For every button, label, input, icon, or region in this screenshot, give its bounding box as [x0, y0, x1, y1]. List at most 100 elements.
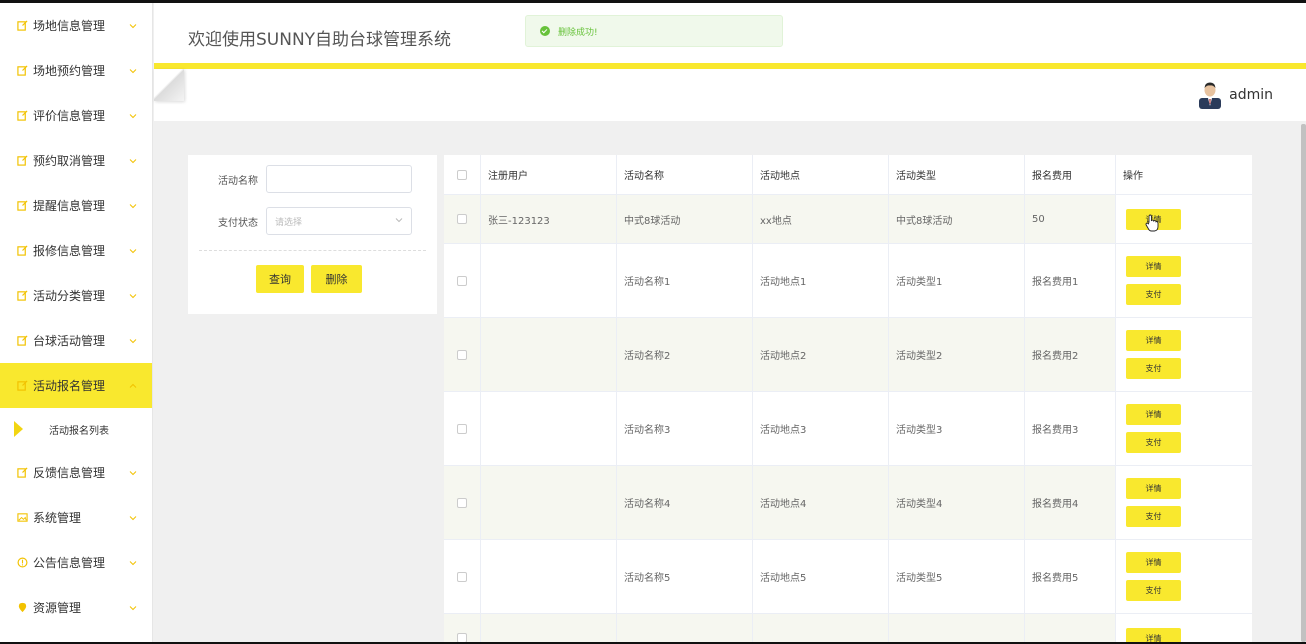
edit-icon	[16, 380, 28, 392]
delete-button[interactable]: 删除	[311, 265, 362, 293]
sidebar-item-label: 系统管理	[33, 511, 82, 525]
column-header: 活动名称	[617, 155, 753, 194]
row-checkbox[interactable]	[457, 497, 467, 508]
detail-button[interactable]: 详情	[1126, 330, 1181, 351]
sidebar-subitem-active[interactable]: 活动报名列表	[0, 408, 152, 450]
row-select-cell	[444, 318, 481, 391]
table-row: 活动名称2 活动地点2 活动类型2 报名费用2 详情 支付	[444, 318, 1252, 392]
sidebar-item-label: 评价信息管理	[33, 109, 106, 123]
table-cell-fee: 报名费用4	[1025, 466, 1116, 539]
detail-button[interactable]: 详情	[1126, 478, 1181, 499]
row-checkbox[interactable]	[457, 275, 467, 286]
table-cell-type	[889, 614, 1025, 644]
detail-button[interactable]: 详情	[1126, 256, 1181, 277]
top-toolbar: admin	[154, 69, 1306, 121]
row-checkbox[interactable]	[457, 571, 467, 582]
table-cell-type: 活动类型4	[889, 466, 1025, 539]
sidebar-item[interactable]: 资源管理	[0, 585, 152, 630]
sidebar-item[interactable]: 报修信息管理	[0, 228, 152, 273]
table-cell-user	[481, 614, 617, 644]
sidebar-item[interactable]: 台球活动管理	[0, 318, 152, 363]
chevron-down-icon	[395, 218, 403, 223]
row-checkbox[interactable]	[457, 349, 467, 360]
table-row: 详情	[444, 614, 1252, 644]
pay-button[interactable]: 支付	[1126, 506, 1181, 527]
user-menu[interactable]: admin	[1199, 81, 1273, 109]
sidebar-item-label: 提醒信息管理	[33, 199, 106, 213]
table-cell-place: 活动地点4	[753, 466, 889, 539]
edit-icon	[16, 110, 28, 122]
edit-icon	[16, 200, 28, 212]
sidebar-item[interactable]: 评价信息管理	[0, 93, 152, 138]
table-cell-type: 活动类型1	[889, 244, 1025, 317]
pay-filter-label: 支付状态	[218, 217, 258, 229]
divider	[199, 250, 426, 251]
table-cell-place: xx地点	[753, 195, 889, 243]
collapse-toggle[interactable]	[154, 69, 184, 101]
scrollbar-thumb[interactable]	[1301, 124, 1306, 642]
sidebar-item-label: 反馈信息管理	[33, 466, 106, 480]
avatar	[1199, 82, 1222, 109]
column-header: 注册用户	[481, 155, 617, 194]
table-cell-place: 活动地点2	[753, 318, 889, 391]
location-icon	[16, 602, 28, 614]
sidebar-item[interactable]: 活动分类管理	[0, 273, 152, 318]
column-header: 报名费用	[1025, 155, 1116, 194]
row-select-cell	[444, 614, 481, 644]
sidebar-item[interactable]: 预约取消管理	[0, 138, 152, 183]
table-row: 活动名称1 活动地点1 活动类型1 报名费用1 详情 支付	[444, 244, 1252, 318]
table-row: 活动名称5 活动地点5 活动类型5 报名费用5 详情 支付	[444, 540, 1252, 614]
table-cell-place: 活动地点3	[753, 392, 889, 465]
detail-button[interactable]: 详情	[1126, 404, 1181, 425]
sidebar-item-label: 公告信息管理	[33, 556, 106, 570]
row-select-cell	[444, 540, 481, 613]
table-row: 活动名称4 活动地点4 活动类型4 报名费用4 详情 支付	[444, 466, 1252, 540]
pay-button[interactable]: 支付	[1126, 358, 1181, 379]
sidebar-item-label: 活动分类管理	[33, 289, 106, 303]
pay-button[interactable]: 支付	[1126, 284, 1181, 305]
table-cell-fee: 报名费用5	[1025, 540, 1116, 613]
sidebar-item[interactable]: 公告信息管理	[0, 540, 152, 585]
sidebar-item[interactable]: 场地预约管理	[0, 48, 152, 93]
table-cell-name: 活动名称1	[617, 244, 753, 317]
sidebar-item[interactable]: 反馈信息管理	[0, 450, 152, 495]
pay-status-select[interactable]: 请选择	[266, 207, 412, 235]
pay-button[interactable]: 支付	[1126, 432, 1181, 453]
data-table: 注册用户 活动名称 活动地点 活动类型 报名费用 操作 张三-123123 中式8…	[444, 155, 1252, 644]
table-cell-type: 活动类型5	[889, 540, 1025, 613]
sidebar-item[interactable]: 场地信息管理	[0, 3, 152, 48]
row-select-cell	[444, 244, 481, 317]
sidebar-subitem-label: 活动报名列表	[49, 425, 109, 437]
sidebar-item[interactable]: 活动报名管理	[0, 363, 152, 408]
table-cell-actions: 详情 支付	[1116, 466, 1252, 539]
edit-icon	[16, 245, 28, 257]
sidebar-item[interactable]: 提醒信息管理	[0, 183, 152, 228]
name-filter-row: 活动名称	[188, 165, 412, 193]
warning-icon	[16, 557, 28, 569]
name-filter-input[interactable]	[266, 165, 412, 193]
pay-status-placeholder: 请选择	[275, 217, 303, 228]
row-checkbox[interactable]	[457, 423, 467, 434]
table-cell-user: 张三-123123	[481, 195, 617, 243]
table-row: 张三-123123 中式8球活动 xx地点 中式8球活动 50 详情	[444, 195, 1252, 244]
detail-button[interactable]: 详情	[1126, 552, 1181, 573]
select-all-checkbox[interactable]	[457, 169, 467, 180]
table-body: 张三-123123 中式8球活动 xx地点 中式8球活动 50 详情 活动名称1 活动地点1 活…	[444, 195, 1252, 644]
row-checkbox[interactable]	[457, 214, 467, 224]
table-cell-actions: 详情 支付	[1116, 244, 1252, 317]
pay-button[interactable]: 支付	[1126, 580, 1181, 601]
sidebar-item-label: 场地信息管理	[33, 19, 106, 33]
column-header: 活动地点	[753, 155, 889, 194]
edit-icon	[16, 467, 28, 479]
sidebar-item[interactable]: 系统管理	[0, 495, 152, 540]
table-cell-user	[481, 318, 617, 391]
edit-icon	[16, 290, 28, 302]
header: 欢迎使用SUNNY自助台球管理系统 删除成功!	[154, 3, 1306, 63]
query-button[interactable]: 查询	[256, 265, 304, 293]
sidebar-item-label: 预约取消管理	[33, 154, 106, 168]
username: admin	[1229, 87, 1273, 103]
sidebar-item-label: 台球活动管理	[33, 334, 106, 348]
row-select-cell	[444, 392, 481, 465]
column-header: 活动类型	[889, 155, 1025, 194]
picture-icon	[16, 512, 28, 524]
